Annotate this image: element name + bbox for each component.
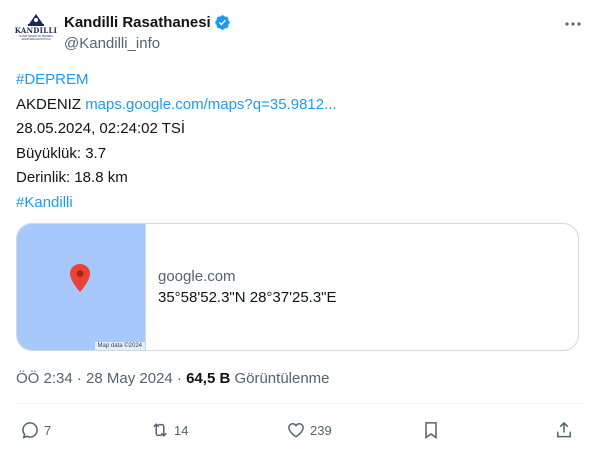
bookmark-icon	[425, 422, 437, 439]
map-credit: Map data ©2024	[94, 342, 145, 350]
retweet-button[interactable]: 14	[150, 413, 188, 447]
observatory-dome-icon	[28, 14, 44, 26]
map-thumbnail: Map data ©2024	[17, 224, 146, 350]
views-label: Görüntülenme	[230, 370, 330, 387]
tweet-meta: ÖÖ 2:34 · 28 May 2024 · 64,5 B Görüntüle…	[16, 370, 330, 387]
bookmark-button[interactable]	[421, 413, 441, 447]
link-preview-card[interactable]: Map data ©2024 google.com 35°58'52.3"N 2…	[16, 223, 579, 351]
share-button[interactable]	[554, 413, 574, 447]
heart-icon	[288, 422, 304, 438]
quake-datetime: 28.05.2024, 02:24:02 TSİ	[16, 120, 186, 137]
divider	[16, 403, 583, 404]
like-count: 239	[310, 422, 332, 438]
logo-subtext: RASATHANESI VE DEPREM ARAŞTIRMA ENSTİTÜS…	[19, 35, 53, 41]
map-link[interactable]: maps.google.com/maps?q=35.9812...	[85, 96, 336, 113]
card-domain: google.com	[158, 267, 236, 285]
retweet-icon	[153, 423, 167, 437]
reply-icon	[22, 422, 38, 439]
quake-magnitude: Büyüklük: 3.7	[16, 144, 107, 162]
verified-badge-icon	[214, 15, 230, 30]
views-count: 64,5 B	[186, 370, 231, 387]
retweet-count: 14	[174, 422, 189, 438]
tweet-text: #DEPREM AKDENIZ maps.google.com/maps?q=3…	[16, 68, 337, 215]
quake-depth: Derinlik: 18.8 km	[16, 169, 128, 186]
like-button[interactable]: 239	[286, 413, 332, 447]
more-options-icon[interactable]	[563, 14, 583, 34]
author-name-row: Kandilli Rasathanesi	[64, 14, 231, 31]
hashtag-deprem[interactable]: #DEPREM	[16, 71, 89, 88]
reply-button[interactable]: 7	[20, 413, 51, 447]
card-body: google.com 35°58'52.3"N 28°37'25.3"E	[146, 224, 337, 350]
author-handle[interactable]: @Kandilli_info	[64, 35, 160, 52]
map-pin-icon	[70, 264, 90, 292]
reply-count: 7	[44, 422, 52, 438]
region-label: AKDENIZ	[16, 95, 82, 113]
display-name[interactable]: Kandilli Rasathanesi	[64, 14, 211, 31]
logo-text: KANDILLI	[14, 26, 58, 35]
card-coordinates: 35°58'52.3"N 28°37'25.3"E	[158, 288, 337, 306]
tweet-timestamp[interactable]: ÖÖ 2:34 · 28 May 2024 ·	[16, 370, 186, 387]
action-bar: 7 14 239	[16, 413, 583, 447]
avatar[interactable]: KANDILLI RASATHANESI VE DEPREM ARAŞTIRMA…	[14, 12, 58, 52]
hashtag-kandilli[interactable]: #Kandilli	[16, 194, 73, 211]
share-icon	[557, 421, 571, 438]
